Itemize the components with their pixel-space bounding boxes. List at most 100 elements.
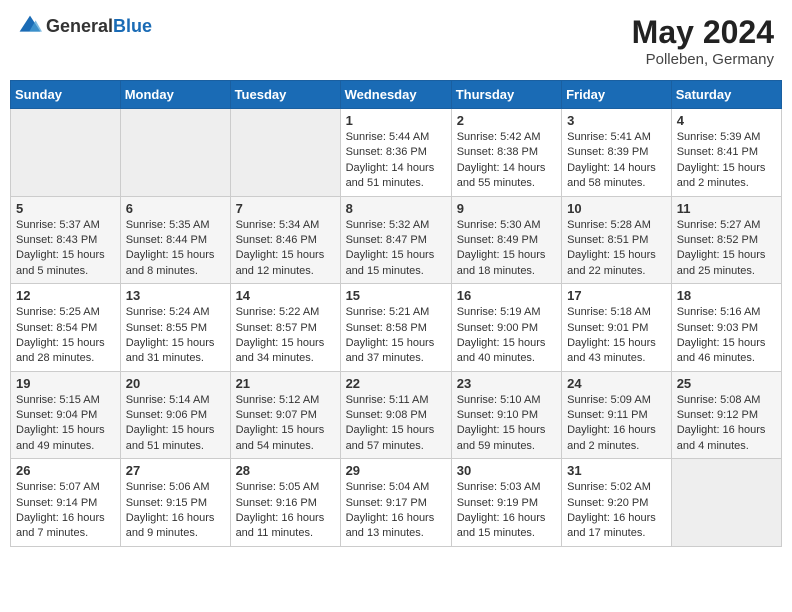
sunset-text: Sunset: 9:00 PM (457, 321, 556, 336)
daylight-text: Daylight: 15 hours and 40 minutes. (457, 336, 556, 367)
day-info: Sunrise: 5:21 AMSunset: 8:58 PMDaylight:… (346, 305, 446, 367)
calendar-cell (120, 109, 230, 197)
daylight-text: Daylight: 16 hours and 4 minutes. (677, 423, 776, 454)
sunset-text: Sunset: 9:19 PM (457, 496, 556, 511)
sunset-text: Sunset: 9:12 PM (677, 408, 776, 423)
sunset-text: Sunset: 9:15 PM (126, 496, 225, 511)
calendar-cell: 14Sunrise: 5:22 AMSunset: 8:57 PMDayligh… (230, 284, 340, 372)
sunset-text: Sunset: 8:54 PM (16, 321, 115, 336)
month-year-title: May 2024 (632, 14, 774, 51)
weekday-header-thursday: Thursday (451, 81, 561, 109)
calendar-cell: 26 Sunrise: 5:07 AMSunset: 9:14 PMDayligh… (11, 459, 121, 547)
day-number: 4 (677, 113, 776, 128)
daylight-text: Daylight: 15 hours and 5 minutes. (16, 248, 115, 279)
sunset-text: Sunset: 8:51 PM (567, 233, 666, 248)
sunset-text: Sunset: 8:58 PM (346, 321, 446, 336)
calendar-cell: 16Sunrise: 5:19 AMSunset: 9:00 PMDayligh… (451, 284, 561, 372)
calendar-cell: 11Sunrise: 5:27 AMSunset: 8:52 PMDayligh… (671, 196, 781, 284)
day-info: Sunrise: 5:35 AMSunset: 8:44 PMDaylight:… (126, 218, 225, 280)
sunrise-text: Sunrise: 5:10 AM (457, 393, 556, 408)
sunset-text: Sunset: 8:52 PM (677, 233, 776, 248)
sunset-text: Sunset: 9:08 PM (346, 408, 446, 423)
sunrise-text: Sunrise: 5:09 AM (567, 393, 666, 408)
day-info: Sunrise: 5:34 AMSunset: 8:46 PMDaylight:… (236, 218, 335, 280)
location-subtitle: Polleben, Germany (632, 51, 774, 68)
day-number: 14 (236, 288, 335, 303)
day-number: 10 (567, 201, 666, 216)
calendar-cell: 28Sunrise: 5:05 AMSunset: 9:16 PMDayligh… (230, 459, 340, 547)
calendar-cell: 8Sunrise: 5:32 AMSunset: 8:47 PMDaylight… (340, 196, 451, 284)
day-info: Sunrise: 5:07 AMSunset: 9:14 PMDaylight:… (16, 480, 115, 542)
logo-text: GeneralBlue (46, 16, 152, 37)
day-number: 30 (457, 463, 556, 478)
daylight-text: Daylight: 16 hours and 11 minutes. (236, 511, 335, 542)
daylight-text: Daylight: 15 hours and 51 minutes. (126, 423, 225, 454)
calendar-week-row-3: 12Sunrise: 5:25 AMSunset: 8:54 PMDayligh… (11, 284, 782, 372)
day-number: 9 (457, 201, 556, 216)
day-info: Sunrise: 5:27 AMSunset: 8:52 PMDaylight:… (677, 218, 776, 280)
sunrise-text: Sunrise: 5:39 AM (677, 130, 776, 145)
sunrise-text: Sunrise: 5:32 AM (346, 218, 446, 233)
calendar-cell: 21Sunrise: 5:12 AMSunset: 9:07 PMDayligh… (230, 371, 340, 459)
daylight-text: Daylight: 14 hours and 58 minutes. (567, 161, 666, 192)
day-info: Sunrise: 5:44 AMSunset: 8:36 PMDaylight:… (346, 130, 446, 192)
day-number: 15 (346, 288, 446, 303)
daylight-text: Daylight: 15 hours and 25 minutes. (677, 248, 776, 279)
sunrise-text: Sunrise: 5:04 AM (346, 480, 446, 495)
logo-blue: Blue (113, 16, 152, 36)
calendar-cell: 22Sunrise: 5:11 AMSunset: 9:08 PMDayligh… (340, 371, 451, 459)
calendar-week-row-4: 19Sunrise: 5:15 AMSunset: 9:04 PMDayligh… (11, 371, 782, 459)
sunset-text: Sunset: 8:55 PM (126, 321, 225, 336)
day-info: Sunrise: 5:32 AMSunset: 8:47 PMDaylight:… (346, 218, 446, 280)
calendar-week-row-5: 26 Sunrise: 5:07 AMSunset: 9:14 PMDayligh… (11, 459, 782, 547)
sunrise-text: Sunrise: 5:08 AM (677, 393, 776, 408)
calendar-week-row-1: 1Sunrise: 5:44 AMSunset: 8:36 PMDaylight… (11, 109, 782, 197)
day-number: 6 (126, 201, 225, 216)
sunrise-text: Sunrise: 5:21 AM (346, 305, 446, 320)
calendar-cell: 19Sunrise: 5:15 AMSunset: 9:04 PMDayligh… (11, 371, 121, 459)
sunrise-text: Sunrise: 5:42 AM (457, 130, 556, 145)
calendar-cell: 13Sunrise: 5:24 AMSunset: 8:55 PMDayligh… (120, 284, 230, 372)
daylight-text: Daylight: 16 hours and 9 minutes. (126, 511, 225, 542)
calendar-cell: 25 Sunrise: 5:08 AMSunset: 9:12 PMDayligh… (671, 371, 781, 459)
day-info: Sunrise: 5:30 AMSunset: 8:49 PMDaylight:… (457, 218, 556, 280)
weekday-header-monday: Monday (120, 81, 230, 109)
day-number: 23 (457, 376, 556, 391)
sunset-text: Sunset: 9:01 PM (567, 321, 666, 336)
calendar-cell: 15 Sunrise: 5:21 AMSunset: 8:58 PMDayligh… (340, 284, 451, 372)
calendar-cell: 29Sunrise: 5:04 AMSunset: 9:17 PMDayligh… (340, 459, 451, 547)
sunset-text: Sunset: 9:17 PM (346, 496, 446, 511)
sunrise-text: Sunrise: 5:16 AM (677, 305, 776, 320)
day-number: 18 (677, 288, 776, 303)
daylight-text: Daylight: 16 hours and 13 minutes. (346, 511, 446, 542)
title-block: May 2024 Polleben, Germany (632, 14, 774, 68)
day-number: 25 (677, 376, 776, 391)
calendar-cell: 24Sunrise: 5:09 AMSunset: 9:11 PMDayligh… (562, 371, 672, 459)
calendar-cell: 1Sunrise: 5:44 AMSunset: 8:36 PMDaylight… (340, 109, 451, 197)
daylight-text: Daylight: 15 hours and 12 minutes. (236, 248, 335, 279)
daylight-text: Daylight: 15 hours and 18 minutes. (457, 248, 556, 279)
daylight-text: Daylight: 15 hours and 2 minutes. (677, 161, 776, 192)
daylight-text: Daylight: 14 hours and 51 minutes. (346, 161, 446, 192)
day-number: 26 (16, 463, 115, 478)
daylight-text: Daylight: 15 hours and 46 minutes. (677, 336, 776, 367)
daylight-text: Daylight: 15 hours and 54 minutes. (236, 423, 335, 454)
daylight-text: Daylight: 15 hours and 31 minutes. (126, 336, 225, 367)
sunset-text: Sunset: 9:20 PM (567, 496, 666, 511)
calendar-cell: 23Sunrise: 5:10 AMSunset: 9:10 PMDayligh… (451, 371, 561, 459)
daylight-text: Daylight: 14 hours and 55 minutes. (457, 161, 556, 192)
sunset-text: Sunset: 9:11 PM (567, 408, 666, 423)
sunrise-text: Sunrise: 5:14 AM (126, 393, 225, 408)
day-number: 16 (457, 288, 556, 303)
day-number: 5 (16, 201, 115, 216)
day-info: Sunrise: 5:39 AMSunset: 8:41 PMDaylight:… (677, 130, 776, 192)
calendar-cell: 10Sunrise: 5:28 AMSunset: 8:51 PMDayligh… (562, 196, 672, 284)
calendar-cell: 12Sunrise: 5:25 AMSunset: 8:54 PMDayligh… (11, 284, 121, 372)
calendar-cell (671, 459, 781, 547)
sunrise-text: Sunrise: 5:44 AM (346, 130, 446, 145)
daylight-text: Daylight: 15 hours and 43 minutes. (567, 336, 666, 367)
sunrise-text: Sunrise: 5:18 AM (567, 305, 666, 320)
sunset-text: Sunset: 9:06 PM (126, 408, 225, 423)
day-number: 24 (567, 376, 666, 391)
day-info: Sunrise: 5:16 AMSunset: 9:03 PMDaylight:… (677, 305, 776, 367)
